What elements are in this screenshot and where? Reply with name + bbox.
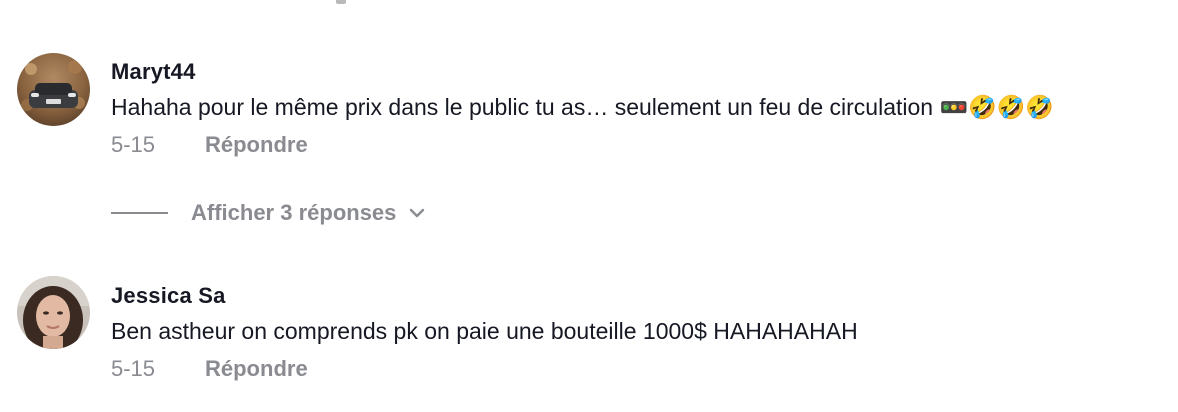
replies-divider bbox=[111, 212, 168, 214]
reply-button[interactable]: Répondre bbox=[205, 132, 308, 158]
reply-button[interactable]: Répondre bbox=[205, 356, 308, 382]
view-replies-label: Afficher 3 réponses bbox=[191, 200, 397, 225]
username[interactable]: Maryt44 bbox=[111, 59, 196, 85]
username[interactable]: Jessica Sa bbox=[111, 283, 226, 309]
avatar[interactable] bbox=[17, 53, 90, 126]
comment-date: 5-15 bbox=[111, 356, 156, 381]
comment-text: Ben astheur on comprends pk on paie une … bbox=[111, 318, 858, 344]
comments-panel: Maryt44 Hahaha pour le même prix dans le… bbox=[0, 0, 1178, 412]
comment-text-body: Hahaha pour le même prix dans le public … bbox=[111, 94, 1055, 120]
previous-comment-remnant bbox=[336, 0, 346, 4]
comment-date: 5-15 bbox=[111, 132, 156, 157]
comment-text: Hahaha pour le même prix dans le public … bbox=[111, 94, 1054, 121]
chevron-down-icon bbox=[410, 208, 425, 218]
view-replies-button[interactable]: Afficher 3 réponses bbox=[111, 195, 426, 231]
avatar[interactable] bbox=[17, 276, 90, 349]
